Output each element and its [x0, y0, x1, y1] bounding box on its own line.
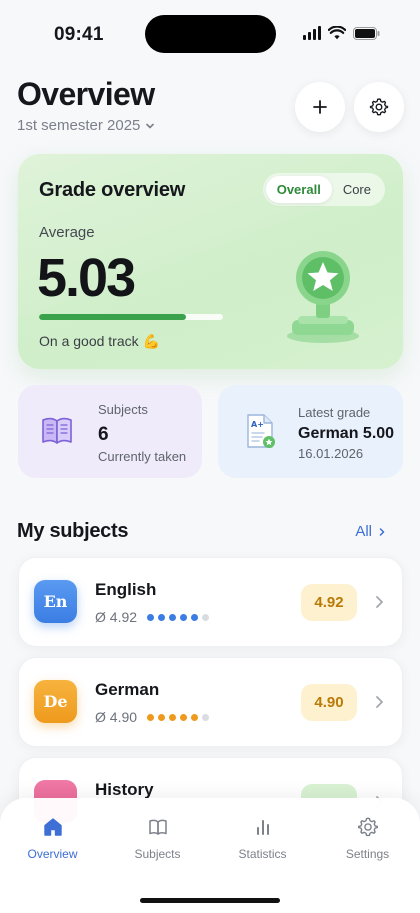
my-subjects-title: My subjects [17, 520, 129, 542]
tab-label: Statistics [238, 847, 287, 861]
segment-overall[interactable]: Overall [265, 176, 332, 203]
battery-icon [353, 26, 380, 40]
settings-button[interactable] [354, 82, 404, 132]
track-status-text: On a good track 💪 [39, 333, 160, 349]
page-title: Overview [17, 76, 155, 112]
tab-settings[interactable]: Settings [315, 816, 420, 861]
star-medal-trophy-icon [287, 251, 359, 343]
book-icon [148, 819, 167, 835]
tab-statistics[interactable]: Statistics [210, 816, 315, 861]
grade-dots [147, 613, 210, 621]
wifi-icon [328, 26, 346, 40]
tab-label: Subjects [134, 847, 181, 861]
average-value: 5.03 [37, 248, 136, 308]
tab-label: Settings [345, 847, 390, 861]
average-label: Average [39, 224, 95, 241]
grade-document-icon: A+ [247, 414, 275, 448]
subjects-caption: Currently taken [98, 449, 187, 464]
all-subjects-link[interactable]: All [355, 523, 386, 540]
tab-bar: Overview Subjects Statistics Settings [0, 798, 420, 913]
tab-label: Overview [27, 847, 78, 861]
average-progress-fill [39, 314, 187, 320]
grade-scope-segmented-control: Overall Core [262, 173, 385, 206]
status-time: 09:41 [54, 24, 104, 45]
subject-grade-pill: 4.92 [301, 584, 357, 621]
open-book-icon [42, 417, 72, 444]
svg-text:A+: A+ [251, 420, 264, 429]
chevron-right-icon [376, 696, 383, 708]
subject-average-row: Ø 4.90 [95, 709, 210, 725]
signal-icon [303, 26, 321, 40]
tab-overview[interactable]: Overview [0, 816, 105, 861]
latest-grade-date: 16.01.2026 [298, 446, 364, 461]
gear-icon [357, 817, 378, 837]
subjects-count: 6 [98, 424, 109, 445]
subject-grade-pill: 4.90 [301, 684, 357, 721]
subject-average: Ø 4.90 [95, 709, 138, 725]
subject-name: English [95, 580, 157, 599]
semester-label: 1st semester 2025 [17, 117, 141, 134]
home-icon [43, 818, 62, 836]
semester-selector[interactable]: 1st semester 2025 [17, 117, 156, 134]
subjects-summary-card[interactable]: Subjects 6 Currently taken [18, 385, 202, 478]
subject-badge-english: En [34, 580, 77, 623]
grade-overview-title: Grade overview [39, 179, 186, 201]
subject-card-german[interactable]: De German Ø 4.90 4.90 [18, 657, 403, 747]
dynamic-island [145, 15, 276, 53]
status-icons [303, 26, 380, 40]
subjects-label: Subjects [98, 402, 148, 417]
add-button[interactable] [295, 82, 345, 132]
latest-grade-card[interactable]: A+ Latest grade German 5.00 16.01.2026 [218, 385, 403, 478]
home-indicator [140, 898, 280, 903]
latest-grade-label: Latest grade [298, 405, 371, 420]
subject-average-row: Ø 4.92 [95, 609, 210, 625]
subject-name: German [95, 680, 160, 699]
gear-icon [369, 98, 389, 116]
subject-name: History [95, 780, 154, 799]
latest-grade-value: German 5.00 [298, 425, 395, 442]
subject-card-english[interactable]: En English Ø 4.92 4.92 [18, 557, 403, 647]
status-bar: 09:41 [0, 0, 420, 68]
chevron-right-icon [379, 527, 385, 536]
chevron-right-icon [376, 596, 383, 608]
bar-chart-icon [256, 820, 269, 835]
grade-overview-card[interactable]: Grade overview Overall Core Average 5.03… [18, 154, 403, 369]
subject-badge-german: De [34, 680, 77, 723]
all-subjects-label: All [355, 523, 372, 540]
segment-core[interactable]: Core [332, 176, 382, 203]
grade-dots [147, 713, 210, 721]
subject-average: Ø 4.92 [95, 609, 138, 625]
plus-icon [313, 100, 327, 114]
chevron-down-icon [146, 123, 155, 128]
average-progress-bar [39, 314, 223, 320]
tab-subjects[interactable]: Subjects [105, 816, 210, 861]
